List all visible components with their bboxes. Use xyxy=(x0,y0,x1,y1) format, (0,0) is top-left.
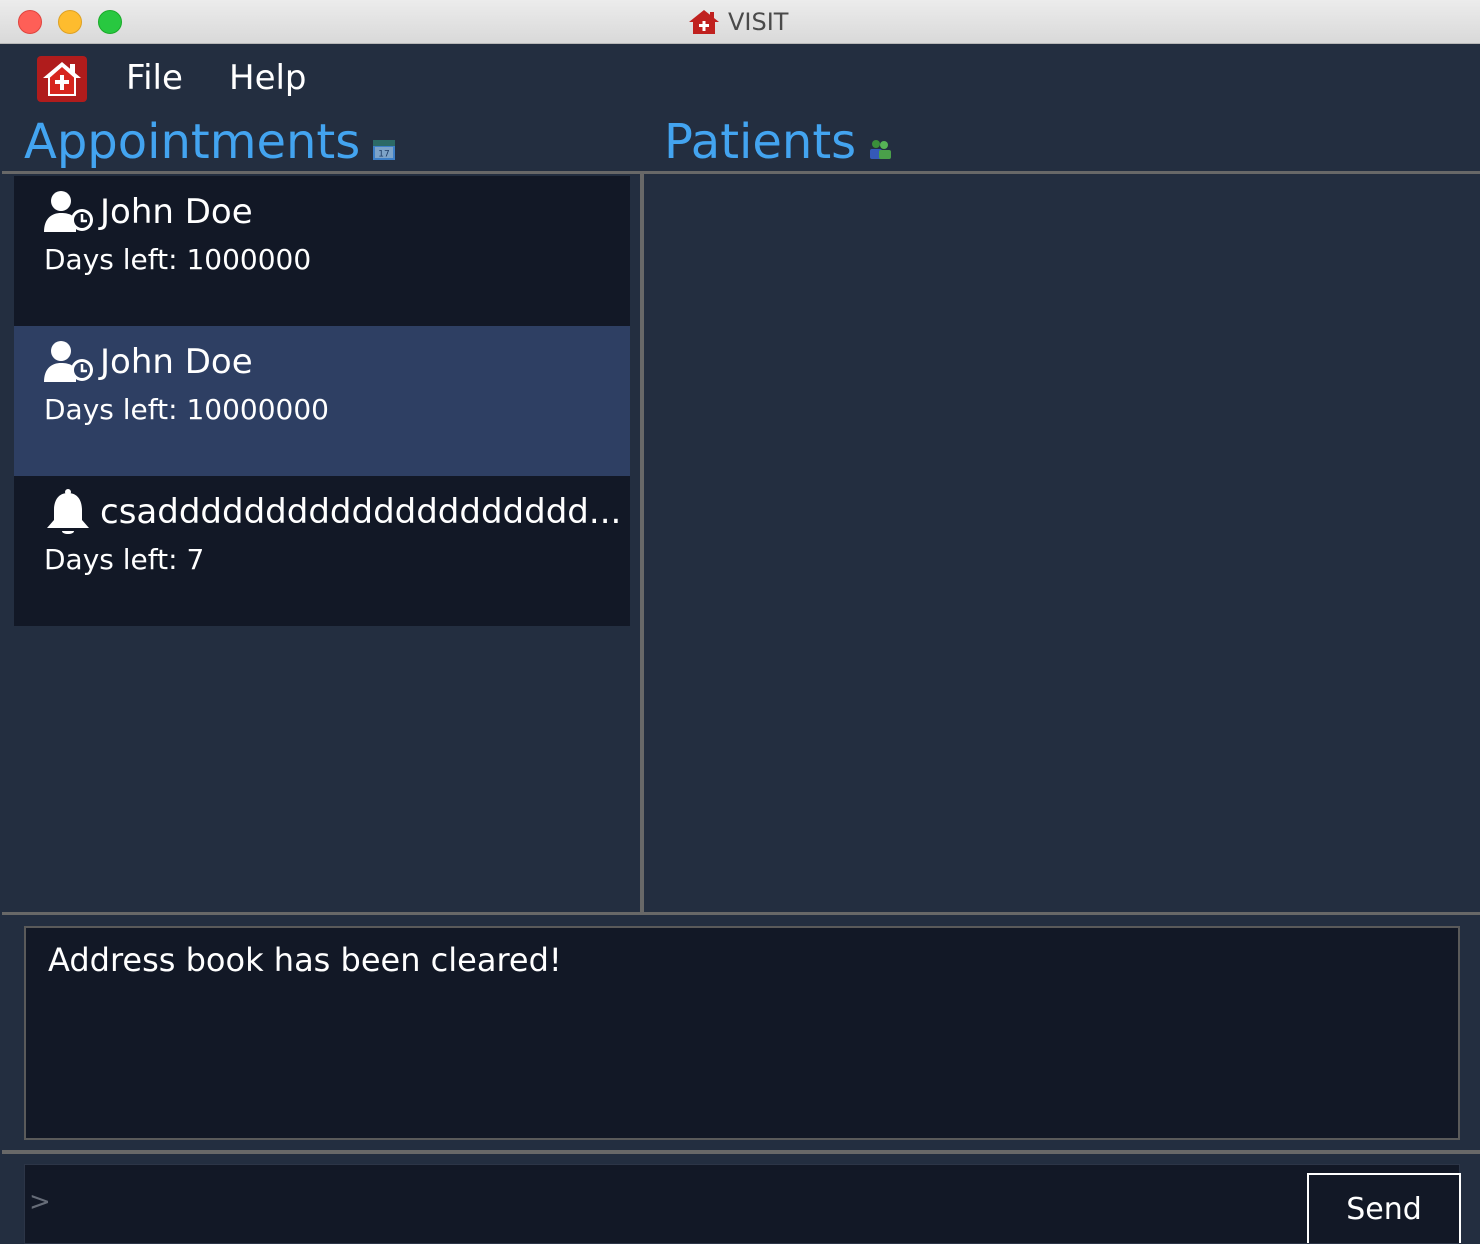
appointment-card-selected[interactable]: John Doe Days left: 10000000 xyxy=(14,326,630,476)
appointment-name: John Doe xyxy=(100,192,253,232)
result-display[interactable]: Address book has been cleared! xyxy=(24,926,1460,1140)
appointment-list[interactable]: John Doe Days left: 1000000 John Doe Day… xyxy=(14,176,630,626)
appointment-card[interactable]: John Doe Days left: 1000000 xyxy=(14,176,630,326)
calendar-icon: 17 xyxy=(373,140,396,160)
send-button[interactable]: Send xyxy=(1307,1173,1461,1243)
menu-help[interactable]: Help xyxy=(229,56,307,100)
menu-file[interactable]: File xyxy=(126,56,183,100)
minimize-window-button[interactable] xyxy=(58,10,82,34)
appointment-name: John Doe xyxy=(100,342,253,382)
title-bar: VISIT xyxy=(0,0,1480,44)
patients-header: Patients xyxy=(664,114,892,170)
appointments-title: Appointments xyxy=(24,114,361,170)
svg-text:17: 17 xyxy=(379,150,390,160)
house-icon xyxy=(689,10,719,34)
command-box: > Send xyxy=(24,1164,1461,1244)
menu-bar: File Help xyxy=(2,44,1480,112)
appointment-days-left: Days left: 7 xyxy=(44,543,205,576)
patients-panel[interactable] xyxy=(644,174,1480,912)
close-window-button[interactable] xyxy=(18,10,42,34)
appointments-header: Appointments 17 xyxy=(24,114,396,170)
appointment-name: csadddddddddddddddddddd... xyxy=(100,492,622,532)
result-message: Address book has been cleared! xyxy=(48,941,562,979)
command-prompt: > xyxy=(29,1187,51,1217)
command-divider xyxy=(2,1150,1480,1154)
user-clock-icon xyxy=(44,191,93,232)
window-title-group: VISIT xyxy=(688,6,788,38)
maximize-window-button[interactable] xyxy=(98,10,122,34)
appointment-card[interactable]: csadddddddddddddddddddd... Days left: 7 xyxy=(14,476,630,626)
house-icon xyxy=(37,56,87,102)
window-title: VISIT xyxy=(728,8,789,36)
patients-title: Patients xyxy=(664,114,857,170)
user-clock-icon xyxy=(44,341,93,382)
users-icon xyxy=(870,140,892,159)
appointments-panel[interactable]: John Doe Days left: 1000000 John Doe Day… xyxy=(2,174,640,912)
appointment-days-left: Days left: 10000000 xyxy=(44,393,329,426)
app-window: File Help Appointments 17 Patients John … xyxy=(2,44,1480,1244)
appointment-days-left: Days left: 1000000 xyxy=(44,243,312,276)
bell-icon xyxy=(47,489,89,534)
panel-divider xyxy=(2,912,1480,915)
